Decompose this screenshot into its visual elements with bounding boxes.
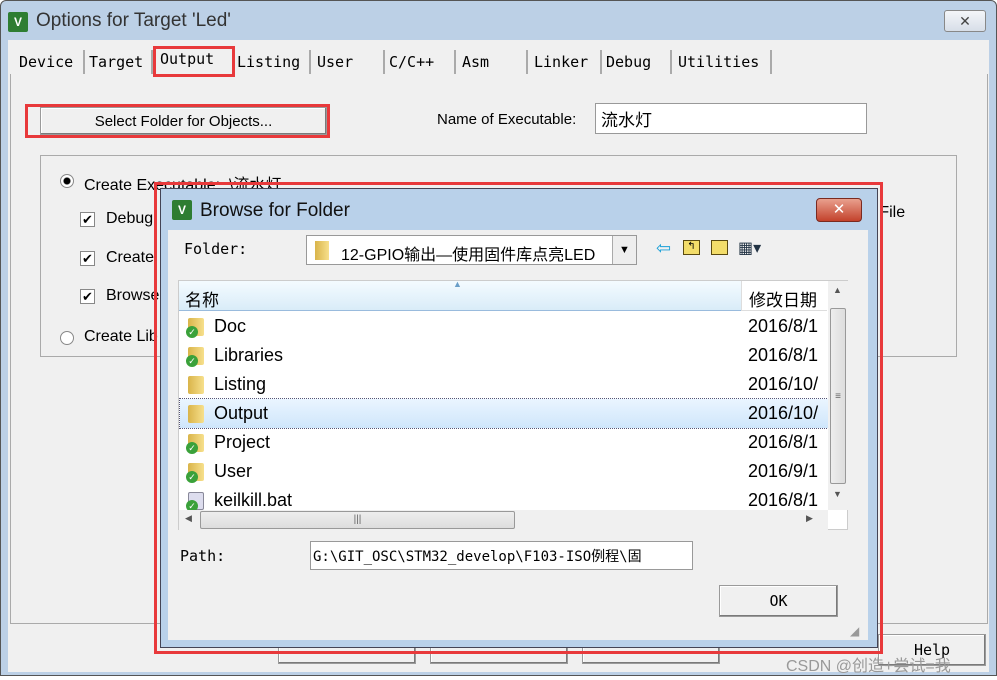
close-button[interactable]: ✕ (944, 10, 986, 32)
tab-user[interactable]: User (315, 50, 385, 74)
tab-debug[interactable]: Debug (604, 50, 672, 74)
tab-c-cpp[interactable]: C/C++ (387, 50, 456, 74)
tab-target[interactable]: Target (87, 50, 153, 74)
highlight-select-folder (25, 104, 330, 138)
create-library-radio[interactable] (60, 331, 74, 345)
browse-info-checkbox[interactable]: ✔ (80, 289, 95, 304)
highlight-output-tab (153, 46, 235, 77)
tab-linker[interactable]: Linker (532, 50, 602, 74)
watermark: CSDN @创造+尝试=我 (786, 658, 951, 675)
highlight-browse-dialog (154, 182, 883, 654)
browse-label: Browse (106, 287, 160, 304)
debug-label: Debug (106, 210, 154, 227)
create-label: Create (106, 249, 155, 266)
create-hex-checkbox[interactable]: ✔ (80, 251, 95, 266)
tab-utilities[interactable]: Utilities (676, 50, 772, 74)
tab-device[interactable]: Device (17, 50, 85, 74)
tab-listing[interactable]: Listing (235, 50, 311, 74)
keil-logo-icon: V (8, 12, 28, 32)
debug-info-checkbox[interactable]: ✔ (80, 212, 95, 227)
name-of-executable-label: Name of Executable: (437, 111, 577, 128)
name-of-executable-input[interactable]: 流水灯 (595, 103, 867, 134)
create-executable-radio[interactable] (60, 174, 74, 188)
window-title: Options for Target 'Led' (36, 10, 231, 31)
tab-asm[interactable]: Asm (460, 50, 528, 74)
create-library-label: Create Lib (84, 328, 158, 345)
